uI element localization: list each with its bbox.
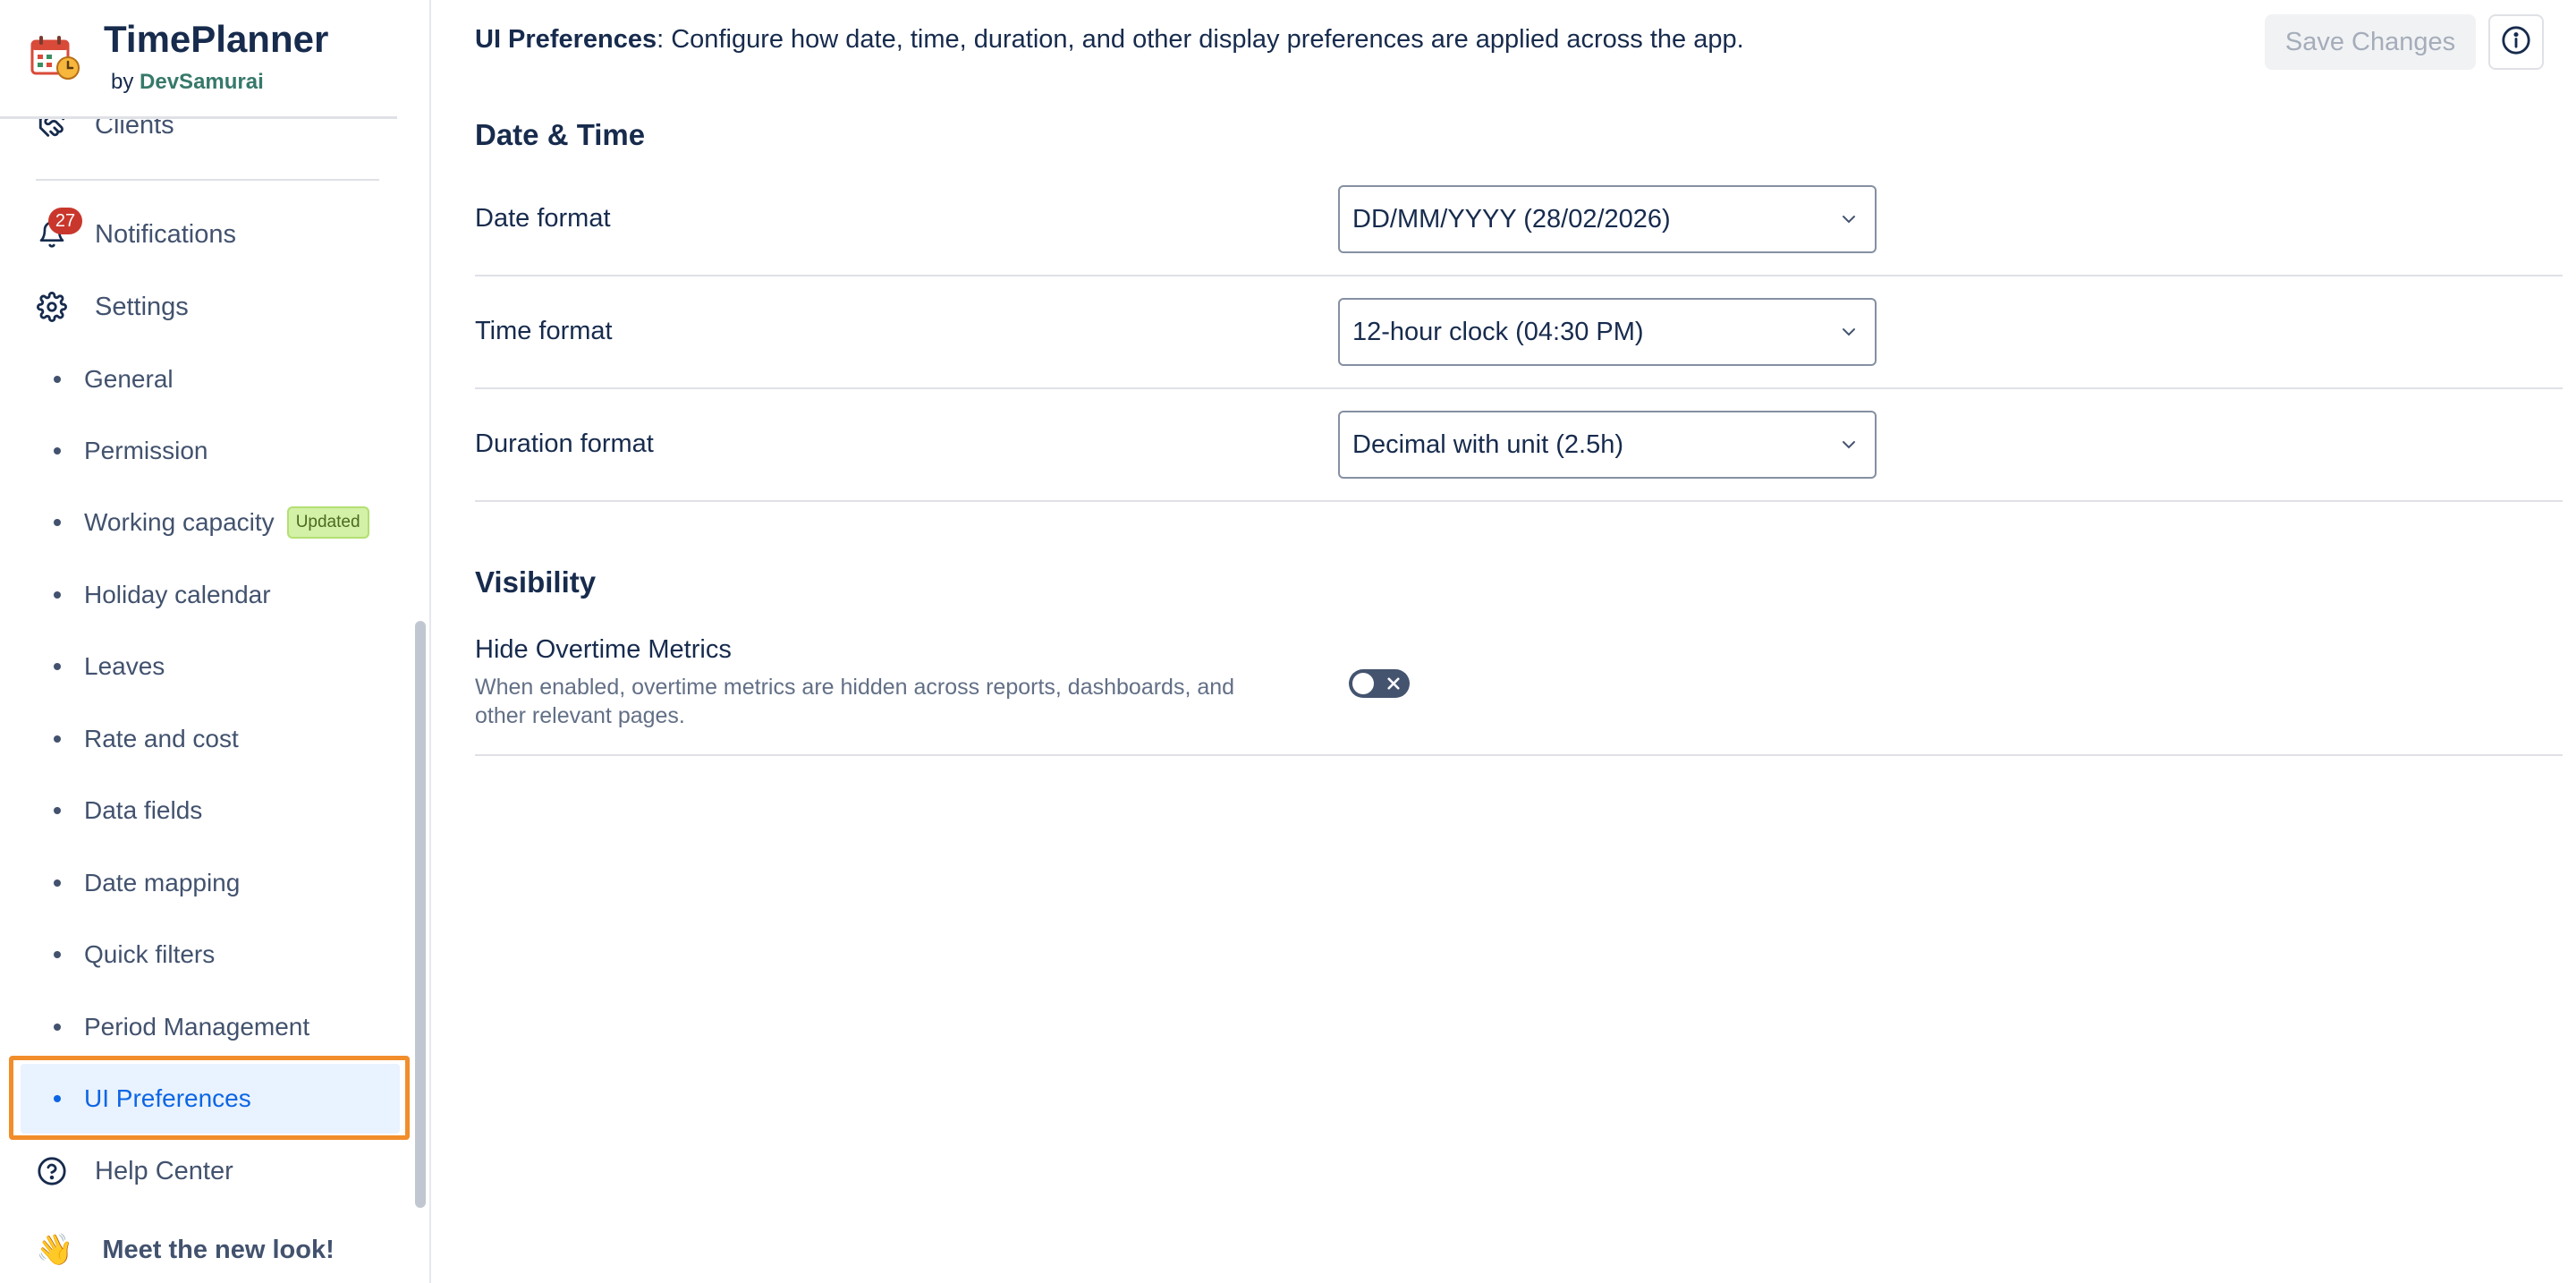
row-divider bbox=[475, 500, 2563, 502]
bullet-dot bbox=[54, 807, 61, 814]
settings-item-label: Permission bbox=[84, 437, 208, 464]
sidebar-divider bbox=[36, 179, 379, 181]
bullet-dot bbox=[54, 663, 61, 670]
settings-item-label: Leaves bbox=[84, 652, 165, 680]
close-icon bbox=[1383, 673, 1404, 694]
section-title-date-time: Date & Time bbox=[475, 118, 646, 151]
sidebar-item-label: Help Center bbox=[95, 1156, 233, 1185]
bullet-dot bbox=[54, 1024, 61, 1031]
sidebar-item-help-center[interactable]: Help Center bbox=[36, 1144, 233, 1198]
select-value: 12-hour clock (04:30 PM) bbox=[1352, 317, 1644, 346]
sidebar: Clients TimePlanner by DevSamurai 27 Not… bbox=[0, 0, 431, 1283]
date-format-select[interactable]: DD/MM/YYYY (28/02/2026) bbox=[1338, 185, 1877, 253]
settings-item-data-fields[interactable]: Data fields bbox=[54, 784, 202, 837]
time-format-select[interactable]: 12-hour clock (04:30 PM) bbox=[1338, 298, 1877, 366]
settings-item-rate-and-cost[interactable]: Rate and cost bbox=[54, 712, 239, 766]
bullet-dot bbox=[54, 879, 61, 887]
select-value: Decimal with unit (2.5h) bbox=[1352, 429, 1623, 459]
page-title: UI Preferences bbox=[475, 25, 657, 54]
app-title: TimePlanner bbox=[104, 18, 329, 60]
settings-item-date-mapping[interactable]: Date mapping bbox=[54, 856, 240, 910]
row-divider bbox=[475, 275, 2563, 276]
toggle-knob bbox=[1352, 673, 1374, 694]
main-content: UI Preferences: Configure how date, time… bbox=[431, 0, 2576, 1283]
row-divider bbox=[475, 754, 2563, 756]
info-button[interactable] bbox=[2488, 14, 2544, 70]
notification-count-badge: 27 bbox=[48, 208, 82, 234]
chevron-down-icon bbox=[1837, 320, 1860, 344]
bell-icon: 27 bbox=[36, 208, 82, 251]
settings-item-period-management[interactable]: Period Management bbox=[54, 1000, 309, 1054]
gear-icon bbox=[36, 291, 68, 323]
app-byline: by DevSamurai bbox=[111, 70, 264, 95]
settings-item-general[interactable]: General bbox=[54, 353, 174, 406]
meet-new-look-link[interactable]: 👋 Meet the new look! bbox=[36, 1223, 335, 1277]
sidebar-scrollbar[interactable] bbox=[415, 621, 426, 1208]
duration-format-label: Duration format bbox=[475, 429, 654, 458]
calendar-clock-icon bbox=[30, 34, 80, 81]
bullet-dot bbox=[54, 1095, 61, 1102]
settings-item-label: Data fields bbox=[84, 796, 203, 824]
hide-overtime-description: When enabled, overtime metrics are hidde… bbox=[475, 675, 1235, 728]
help-circle-icon bbox=[36, 1155, 68, 1187]
hide-overtime-label: Hide Overtime Metrics bbox=[475, 635, 732, 664]
settings-item-label: Quick filters bbox=[84, 940, 216, 968]
chevron-down-icon bbox=[1837, 208, 1860, 231]
settings-item-label: Period Management bbox=[84, 1013, 310, 1041]
hide-overtime-toggle[interactable] bbox=[1349, 669, 1410, 698]
bullet-dot bbox=[54, 447, 61, 455]
select-value: DD/MM/YYYY (28/02/2026) bbox=[1352, 204, 1671, 234]
settings-item-ui-preferences[interactable]: UI Preferences bbox=[54, 1072, 251, 1126]
sidebar-item-notifications[interactable]: 27 Notifications bbox=[36, 208, 236, 261]
date-format-label: Date format bbox=[475, 204, 611, 233]
waving-hand-icon: 👋 bbox=[36, 1233, 74, 1267]
settings-item-label: General bbox=[84, 365, 174, 393]
section-title-visibility: Visibility bbox=[475, 565, 597, 599]
row-divider bbox=[475, 387, 2563, 389]
bullet-dot bbox=[54, 376, 61, 383]
byline-prefix: by bbox=[111, 70, 134, 94]
page-header: UI Preferences: Configure how date, time… bbox=[475, 25, 1744, 55]
bullet-dot bbox=[54, 519, 61, 526]
brand-header: TimePlanner by DevSamurai bbox=[0, 0, 397, 119]
settings-item-leaves[interactable]: Leaves bbox=[54, 640, 165, 693]
sidebar-item-label: Settings bbox=[95, 292, 189, 321]
bullet-dot bbox=[54, 951, 61, 958]
settings-item-label: Holiday calendar bbox=[84, 581, 271, 608]
settings-item-label: UI Preferences bbox=[84, 1084, 251, 1112]
chevron-down-icon bbox=[1837, 433, 1860, 456]
settings-item-label: Date mapping bbox=[84, 869, 241, 896]
time-format-label: Time format bbox=[475, 317, 613, 345]
save-changes-button[interactable]: Save Changes bbox=[2265, 14, 2476, 70]
sidebar-item-settings[interactable]: Settings bbox=[36, 280, 189, 334]
byline-company[interactable]: DevSamurai bbox=[140, 70, 264, 94]
bullet-dot bbox=[54, 735, 61, 743]
page-description: : Configure how date, time, duration, an… bbox=[657, 25, 1744, 54]
settings-item-working-capacity[interactable]: Working capacity Updated bbox=[54, 496, 369, 549]
updated-badge: Updated bbox=[286, 506, 369, 539]
sidebar-item-label: Notifications bbox=[95, 219, 236, 249]
settings-item-label: Rate and cost bbox=[84, 725, 239, 752]
settings-item-permission[interactable]: Permission bbox=[54, 424, 208, 478]
settings-item-quick-filters[interactable]: Quick filters bbox=[54, 928, 215, 981]
duration-format-select[interactable]: Decimal with unit (2.5h) bbox=[1338, 411, 1877, 479]
info-icon bbox=[2501, 25, 2531, 60]
settings-item-holiday-calendar[interactable]: Holiday calendar bbox=[54, 568, 271, 622]
meet-new-look-label: Meet the new look! bbox=[102, 1235, 335, 1264]
bullet-dot bbox=[54, 591, 61, 599]
settings-item-label: Working capacity bbox=[84, 508, 275, 536]
